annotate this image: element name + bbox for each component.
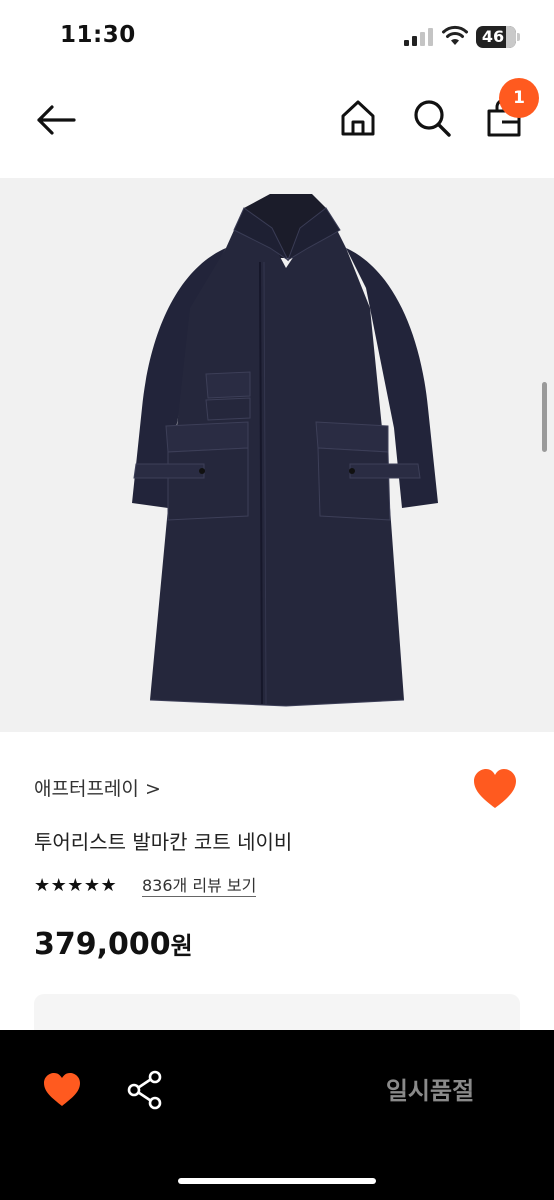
status-bar: 11:30 46	[0, 0, 554, 72]
review-link[interactable]: 836개 리뷰 보기	[142, 876, 257, 897]
product-image[interactable]	[0, 178, 554, 732]
product-price: 379,000원	[34, 926, 193, 962]
cart-count-badge: 1	[499, 78, 539, 118]
sold-out-button[interactable]: 일시품절	[306, 1060, 554, 1122]
price-value: 379,000	[34, 927, 171, 962]
battery-cap	[517, 33, 520, 41]
battery-indicator: 46	[476, 26, 516, 48]
chevron-right-icon: >	[144, 778, 161, 800]
brand-link[interactable]: 애프터프레이 >	[34, 774, 161, 801]
share-icon[interactable]	[126, 1070, 164, 1110]
back-arrow-icon[interactable]	[30, 98, 80, 142]
star-rating: ★★★★★	[34, 875, 118, 896]
search-icon[interactable]	[410, 96, 454, 140]
coat-photo	[132, 194, 438, 707]
heart-icon[interactable]	[42, 1072, 82, 1108]
home-indicator[interactable]	[178, 1178, 376, 1184]
product-name: 투어리스트 발마칸 코트 네이비	[34, 830, 293, 854]
price-unit: 원	[170, 932, 193, 960]
top-nav-bar	[0, 72, 554, 178]
image-scrollbar[interactable]	[542, 382, 547, 452]
battery-level: 46	[481, 27, 505, 46]
cellular-signal-icon	[404, 28, 433, 46]
status-time: 11:30	[60, 22, 136, 48]
bottom-action-bar: 일시품절	[0, 1030, 554, 1200]
brand-name: 애프터프레이	[34, 778, 139, 800]
wifi-icon	[442, 25, 468, 45]
home-icon[interactable]	[336, 96, 380, 140]
heart-icon[interactable]	[472, 768, 518, 810]
